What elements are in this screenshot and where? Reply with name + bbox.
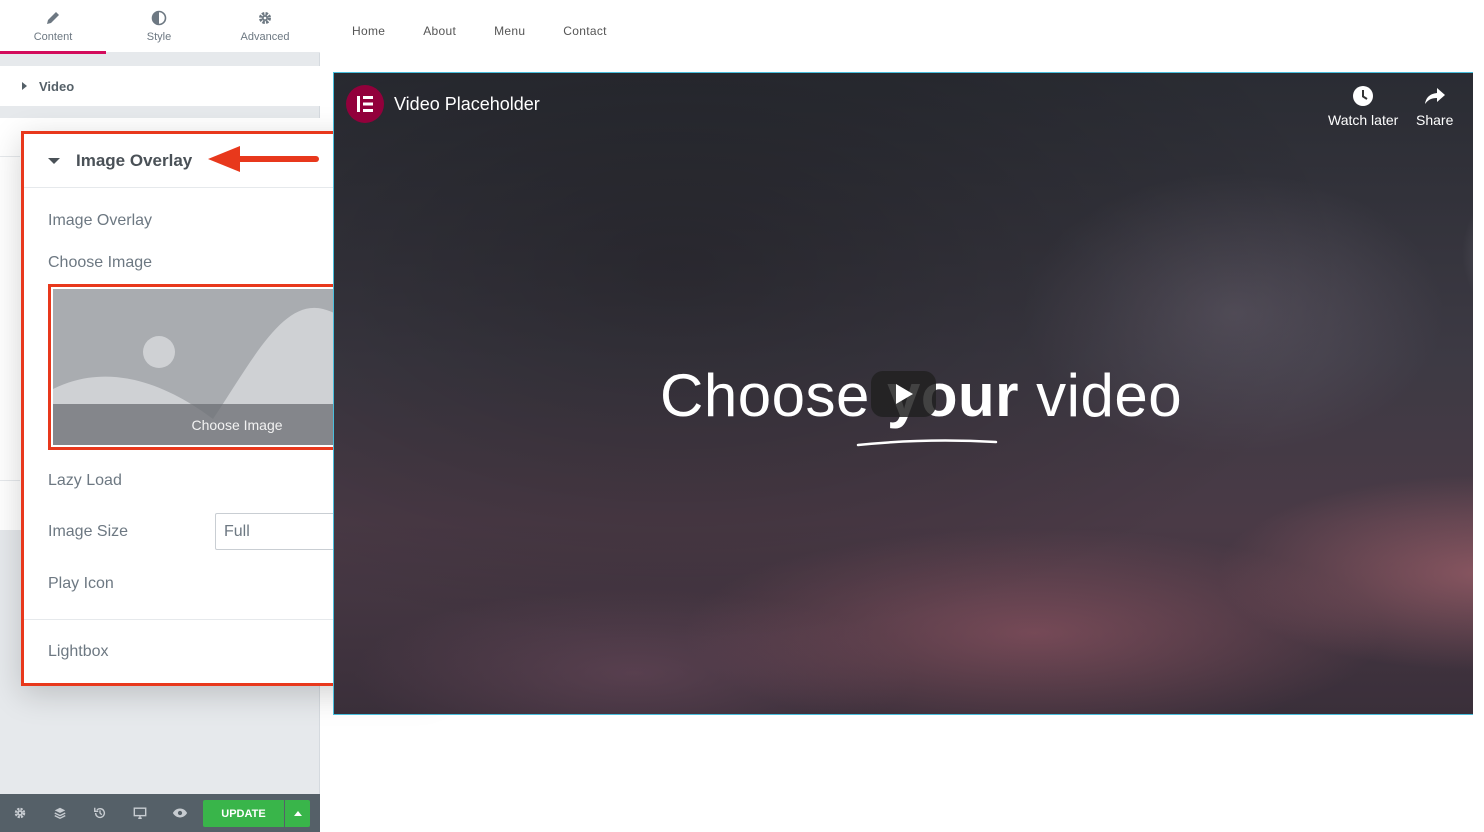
share-icon — [1424, 88, 1445, 104]
tab-style-label: Style — [146, 31, 172, 43]
image-size-value: Full — [224, 522, 250, 540]
half-circle-icon — [151, 10, 167, 26]
section-video-header[interactable]: Video — [0, 66, 320, 106]
history-button[interactable] — [80, 794, 120, 832]
share-label: Share — [1416, 112, 1454, 128]
play-icon — [895, 384, 913, 404]
nav-link-home[interactable]: Home — [352, 24, 385, 38]
annotation-arrow-icon — [208, 146, 319, 172]
responsive-mode-button[interactable] — [120, 794, 160, 832]
underline-swoosh-icon — [856, 439, 998, 447]
tab-advanced[interactable]: Advanced — [212, 0, 318, 53]
site-nav: Home About Menu Contact — [352, 24, 645, 38]
play-button[interactable] — [871, 371, 936, 417]
image-overlay-label: Image Overlay — [48, 212, 153, 229]
choose-image-label: Choose Image — [48, 254, 153, 271]
panel-footer: UPDATE — [0, 794, 320, 832]
play-icon-label: Play Icon — [48, 575, 114, 592]
caret-up-icon — [293, 811, 302, 816]
desktop-icon — [133, 807, 147, 819]
tab-content[interactable]: Content — [0, 0, 106, 54]
eye-icon — [172, 808, 188, 818]
tab-style[interactable]: Style — [106, 0, 212, 53]
video-player[interactable]: Video Placeholder Watch later Share Choo… — [333, 72, 1473, 715]
tab-content-label: Content — [33, 31, 73, 43]
tab-advanced-label: Advanced — [240, 31, 290, 43]
nav-link-about[interactable]: About — [423, 24, 456, 38]
gear-icon — [14, 807, 26, 819]
settings-button[interactable] — [0, 794, 40, 832]
update-button[interactable]: UPDATE — [203, 800, 284, 827]
image-size-label: Image Size — [48, 522, 129, 540]
caret-right-icon — [22, 82, 27, 90]
lightbox-label: Lightbox — [48, 643, 109, 660]
update-options-button[interactable] — [285, 800, 310, 827]
headline-text: Choose — [660, 362, 887, 429]
panel-tabs: Content Style Advanced — [0, 0, 320, 54]
navigator-button[interactable] — [40, 794, 80, 832]
share-button[interactable]: Share — [1416, 85, 1453, 128]
watch-later-button[interactable]: Watch later — [1328, 85, 1398, 128]
divider — [0, 480, 20, 481]
nav-link-menu[interactable]: Menu — [494, 24, 525, 38]
section-video-label: Video — [39, 78, 75, 94]
pencil-icon — [47, 12, 59, 24]
layers-icon — [54, 807, 66, 819]
clock-icon — [1353, 86, 1374, 106]
watch-later-label: Watch later — [1328, 112, 1399, 128]
caret-down-icon — [48, 157, 60, 164]
nav-link-contact[interactable]: Contact — [563, 24, 606, 38]
headline-text: video — [1019, 362, 1183, 429]
gear-icon — [259, 12, 271, 24]
divider — [0, 156, 20, 157]
history-icon — [94, 807, 106, 819]
lazy-load-label: Lazy Load — [48, 472, 122, 489]
video-title[interactable]: Video Placeholder — [394, 94, 540, 115]
channel-logo[interactable] — [346, 85, 384, 123]
image-overlay-section-title: Image Overlay — [76, 150, 193, 170]
elementor-logo-icon — [357, 96, 373, 112]
preview-button[interactable] — [160, 794, 200, 832]
